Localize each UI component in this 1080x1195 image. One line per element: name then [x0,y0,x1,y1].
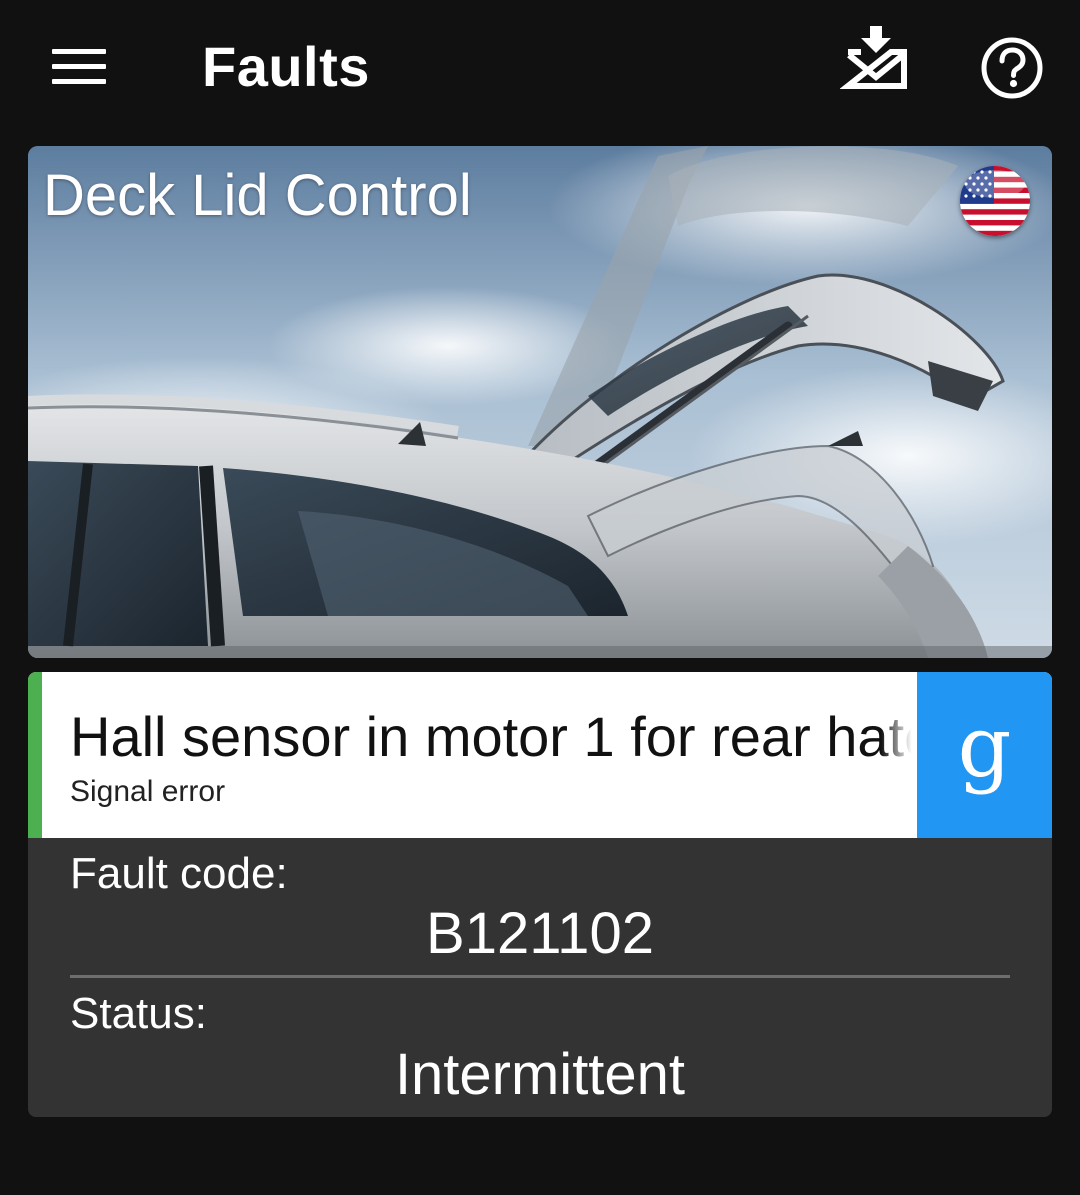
fault-status-accent [28,672,42,838]
top-app-bar: Faults [0,0,1080,136]
page-title: Faults [202,35,370,98]
text-fade-overlay [881,672,917,838]
google-search-icon: g [957,698,1012,796]
download-tray-icon[interactable] [839,22,912,94]
fault-code-value: B121102 [426,901,654,966]
status-label: Status: [70,989,207,1038]
module-hero-card[interactable]: Deck Lid Control [28,146,1052,658]
fault-subtitle: Signal error [70,775,226,808]
hamburger-menu-icon[interactable] [52,46,106,88]
divider [70,975,1010,978]
fault-code-label: Fault code: [70,849,288,898]
fault-title: Hall sensor in motor 1 for rear hatch [70,705,917,768]
app-screen: Faults Deck Lid Control Hall sensor in m… [0,0,1080,1195]
fault-list-item[interactable]: Hall sensor in motor 1 for rear hatch Si… [28,672,1052,838]
menu-line [52,64,106,69]
us-flag-icon[interactable] [960,166,1030,236]
menu-line [52,49,106,54]
status-value: Intermittent [394,1042,686,1107]
fault-details-panel: Fault code: B121102 Status: Intermittent [28,838,1052,1117]
menu-line [52,79,106,84]
module-name: Deck Lid Control [43,163,472,228]
fault-description[interactable]: Hall sensor in motor 1 for rear hatch Si… [42,672,917,838]
google-search-button[interactable]: g [917,672,1052,838]
question-circle-icon[interactable] [980,36,1044,100]
